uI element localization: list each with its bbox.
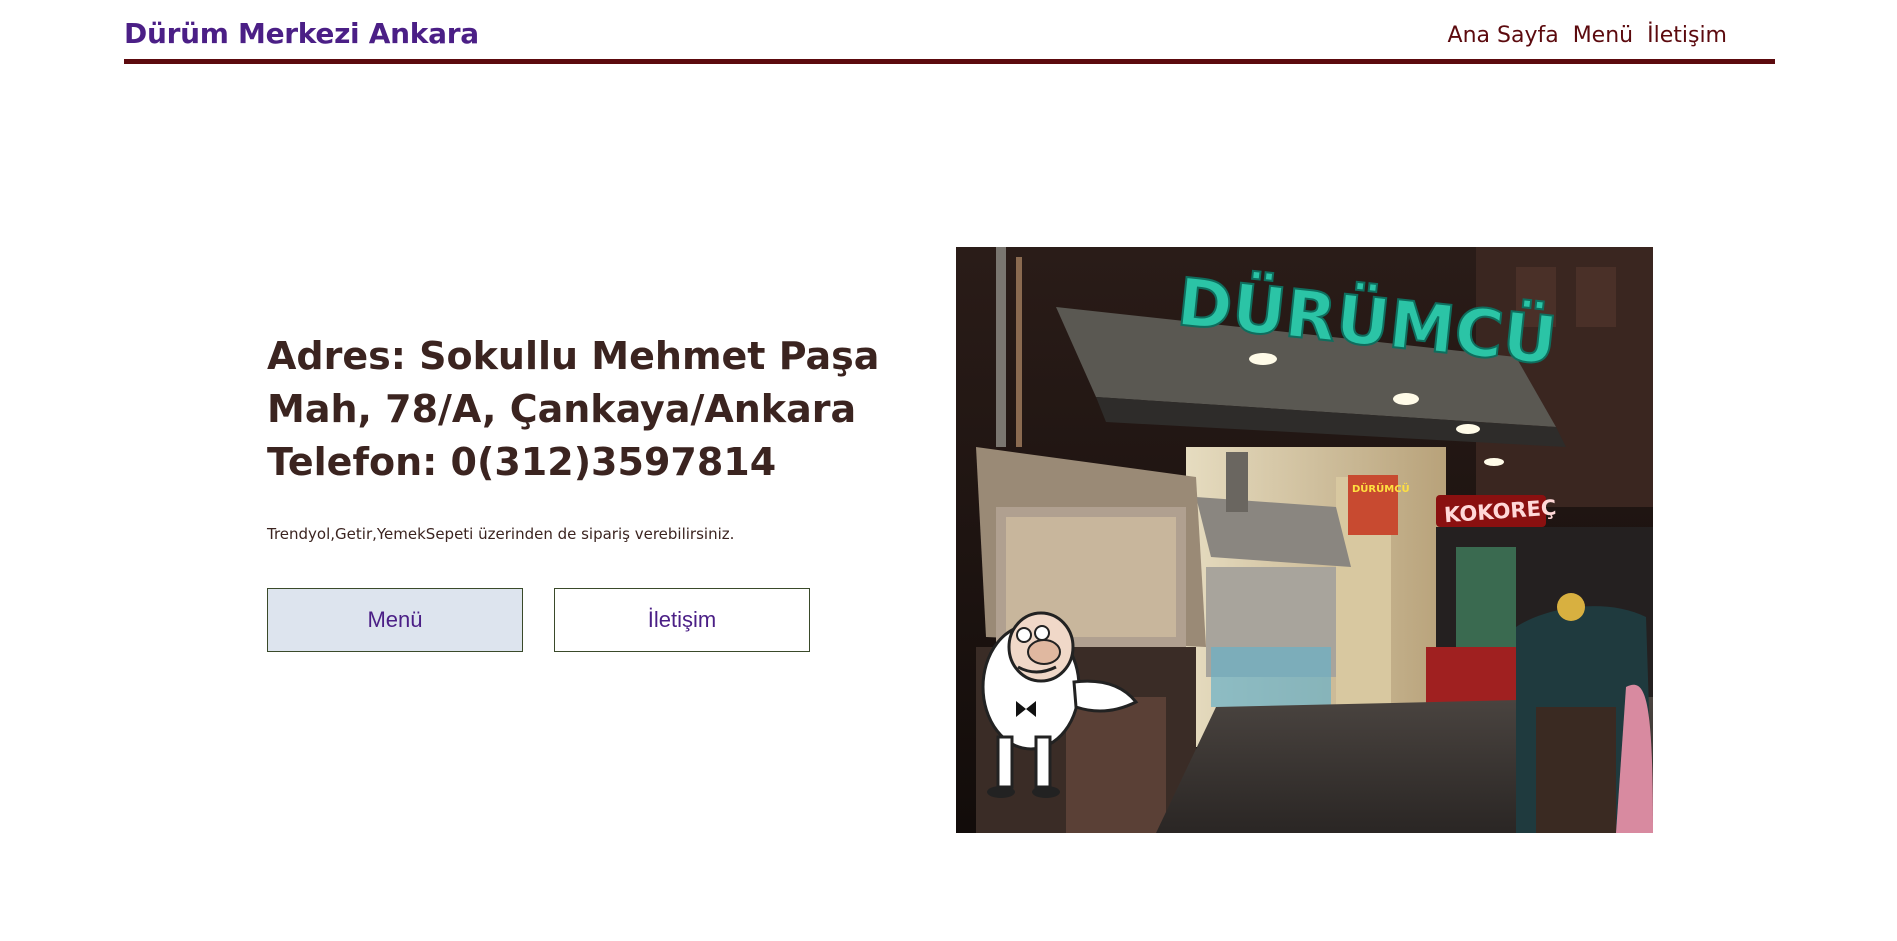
nav-home[interactable]: Ana Sayfa	[1448, 23, 1559, 48]
site-header: Dürüm Merkezi Ankara Ana Sayfa Menü İlet…	[124, 0, 1775, 64]
menu-button[interactable]: Menü	[267, 588, 523, 652]
storefront-photo: DÜRÜMCÜ DÜRÜMCÜ KOKOREÇ	[956, 247, 1653, 833]
nav-menu[interactable]: Menü	[1573, 23, 1633, 48]
main-nav: Ana Sayfa Menü İletişim	[1448, 23, 1727, 48]
address-line: Adres: Sokullu Mehmet Paşa	[267, 334, 880, 378]
address-line: Mah, 78/A, Çankaya/Ankara	[267, 387, 857, 431]
delivery-note: Trendyol,Getir,YemekSepeti üzerinden de …	[267, 525, 735, 543]
site-brand[interactable]: Dürüm Merkezi Ankara	[124, 17, 479, 50]
phone-line: Telefon: 0(312)3597814	[267, 440, 777, 484]
nav-contact[interactable]: İletişim	[1647, 23, 1727, 48]
contact-info: Adres: Sokullu Mehmet Paşa Mah, 78/A, Ça…	[267, 330, 880, 543]
contact-button[interactable]: İletişim	[554, 588, 810, 652]
address-heading: Adres: Sokullu Mehmet Paşa Mah, 78/A, Ça…	[267, 330, 880, 489]
window-sign-text: DÜRÜMCÜ	[1352, 481, 1410, 495]
